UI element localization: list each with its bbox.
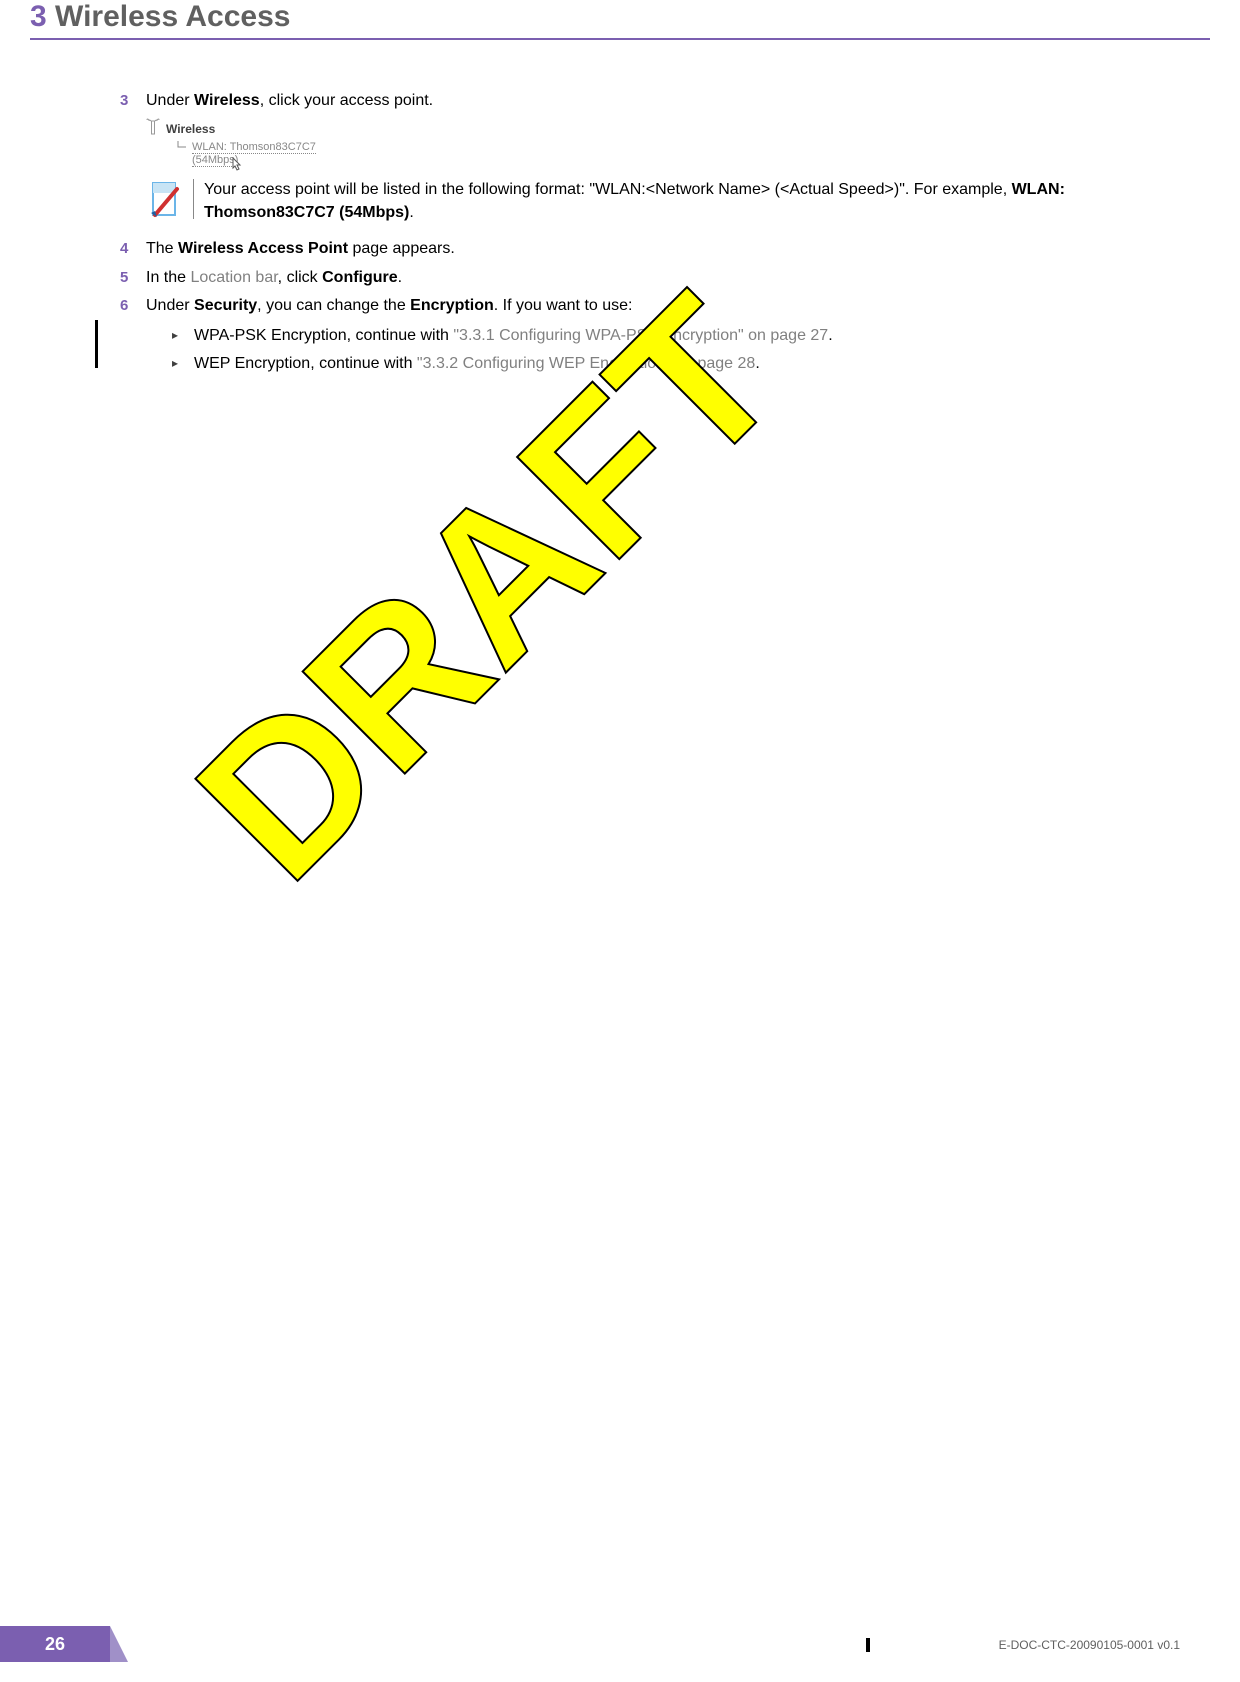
chapter-name: Wireless Access — [55, 0, 290, 33]
text: Under — [146, 297, 194, 314]
text: Your access point will be listed in the … — [204, 181, 1012, 198]
step-number: 5 — [120, 267, 146, 289]
step-number: 6 — [120, 295, 146, 379]
tree-label: Wireless — [166, 122, 215, 136]
note-text: Your access point will be listed in the … — [204, 179, 1120, 224]
bold-text: Configure — [322, 269, 398, 286]
text: . — [755, 355, 759, 372]
step-number: 3 — [120, 90, 146, 112]
note-icon — [147, 179, 183, 219]
page-content: 3 Under Wireless, click your access poin… — [120, 90, 1120, 385]
text: page appears. — [348, 240, 455, 257]
cross-reference-link[interactable]: "3.3.1 Configuring WPA-PSK Encryption" o… — [453, 327, 828, 344]
text: Under — [146, 92, 194, 109]
step-body: The Wireless Access Point page appears. — [146, 238, 1120, 260]
bullet-icon: ▸ — [172, 323, 194, 349]
page-number: 26 — [45, 1634, 65, 1655]
text: , click — [278, 269, 322, 286]
page-footer: 26 E-DOC-CTC-20090105-0001 v0.1 — [0, 1622, 1240, 1662]
tree-branch-icon — [176, 141, 188, 153]
text: . — [828, 327, 832, 344]
text: In the — [146, 269, 190, 286]
cross-reference-link[interactable]: "3.3.2 Configuring WEP Encryption" on pa… — [417, 355, 755, 372]
text: , click your access point. — [260, 92, 433, 109]
text: The — [146, 240, 178, 257]
text: WPA-PSK Encryption, continue with — [194, 327, 453, 344]
step-3: 3 Under Wireless, click your access poin… — [120, 90, 1120, 112]
list-item-text: WEP Encryption, continue with "3.3.2 Con… — [194, 351, 760, 377]
bold-text: Wireless — [194, 92, 260, 109]
step-4: 4 The Wireless Access Point page appears… — [120, 238, 1120, 260]
step-6: 6 Under Security, you can change the Enc… — [120, 295, 1120, 379]
step-number: 4 — [120, 238, 146, 260]
bold-text: Security — [194, 297, 257, 314]
list-item-text: WPA-PSK Encryption, continue with "3.3.1… — [194, 323, 833, 349]
tree-item-text: WLAN: Thomson83C7C7 (54Mbps) — [192, 141, 316, 167]
text: WEP Encryption, continue with — [194, 355, 417, 372]
text: , you can change the — [257, 297, 410, 314]
doc-id: E-DOC-CTC-20090105-0001 v0.1 — [999, 1638, 1180, 1652]
tree-item-row: WLAN: Thomson83C7C7 (54Mbps) — [176, 141, 1120, 167]
antenna-icon — [146, 118, 160, 139]
footer-change-mark — [866, 1638, 870, 1652]
step-5: 5 In the Location bar, click Configure. — [120, 267, 1120, 289]
list-item: ▸ WPA-PSK Encryption, continue with "3.3… — [172, 323, 1120, 349]
step-body: Under Wireless, click your access point. — [146, 90, 1120, 112]
encryption-options-list: ▸ WPA-PSK Encryption, continue with "3.3… — [172, 323, 1120, 376]
chapter-title: 3 Wireless Access — [30, 0, 1210, 34]
note-icon-container — [146, 179, 194, 219]
tree-root: Wireless — [146, 118, 1120, 139]
bullet-icon: ▸ — [172, 351, 194, 377]
wlan-link: WLAN: Thomson83C7C7 — [192, 141, 316, 154]
grey-link: Location bar — [190, 269, 277, 286]
change-bar — [95, 320, 98, 368]
note-block: Your access point will be listed in the … — [146, 179, 1120, 224]
chapter-number: 3 — [30, 0, 47, 33]
text: . — [409, 204, 413, 221]
bold-text: Encryption — [410, 297, 494, 314]
page-header: 3 Wireless Access — [30, 0, 1210, 40]
bold-text: Wireless Access Point — [178, 240, 348, 257]
list-item: ▸ WEP Encryption, continue with "3.3.2 C… — [172, 351, 1120, 377]
cursor-icon — [228, 157, 242, 173]
text: . If you want to use: — [494, 297, 633, 314]
text: . — [398, 269, 402, 286]
wireless-tree-illustration: Wireless WLAN: Thomson83C7C7 (54Mbps) — [146, 118, 1120, 167]
step-body: In the Location bar, click Configure. — [146, 267, 1120, 289]
page-number-tab: 26 — [0, 1626, 110, 1662]
step-body: Under Security, you can change the Encry… — [146, 295, 1120, 379]
